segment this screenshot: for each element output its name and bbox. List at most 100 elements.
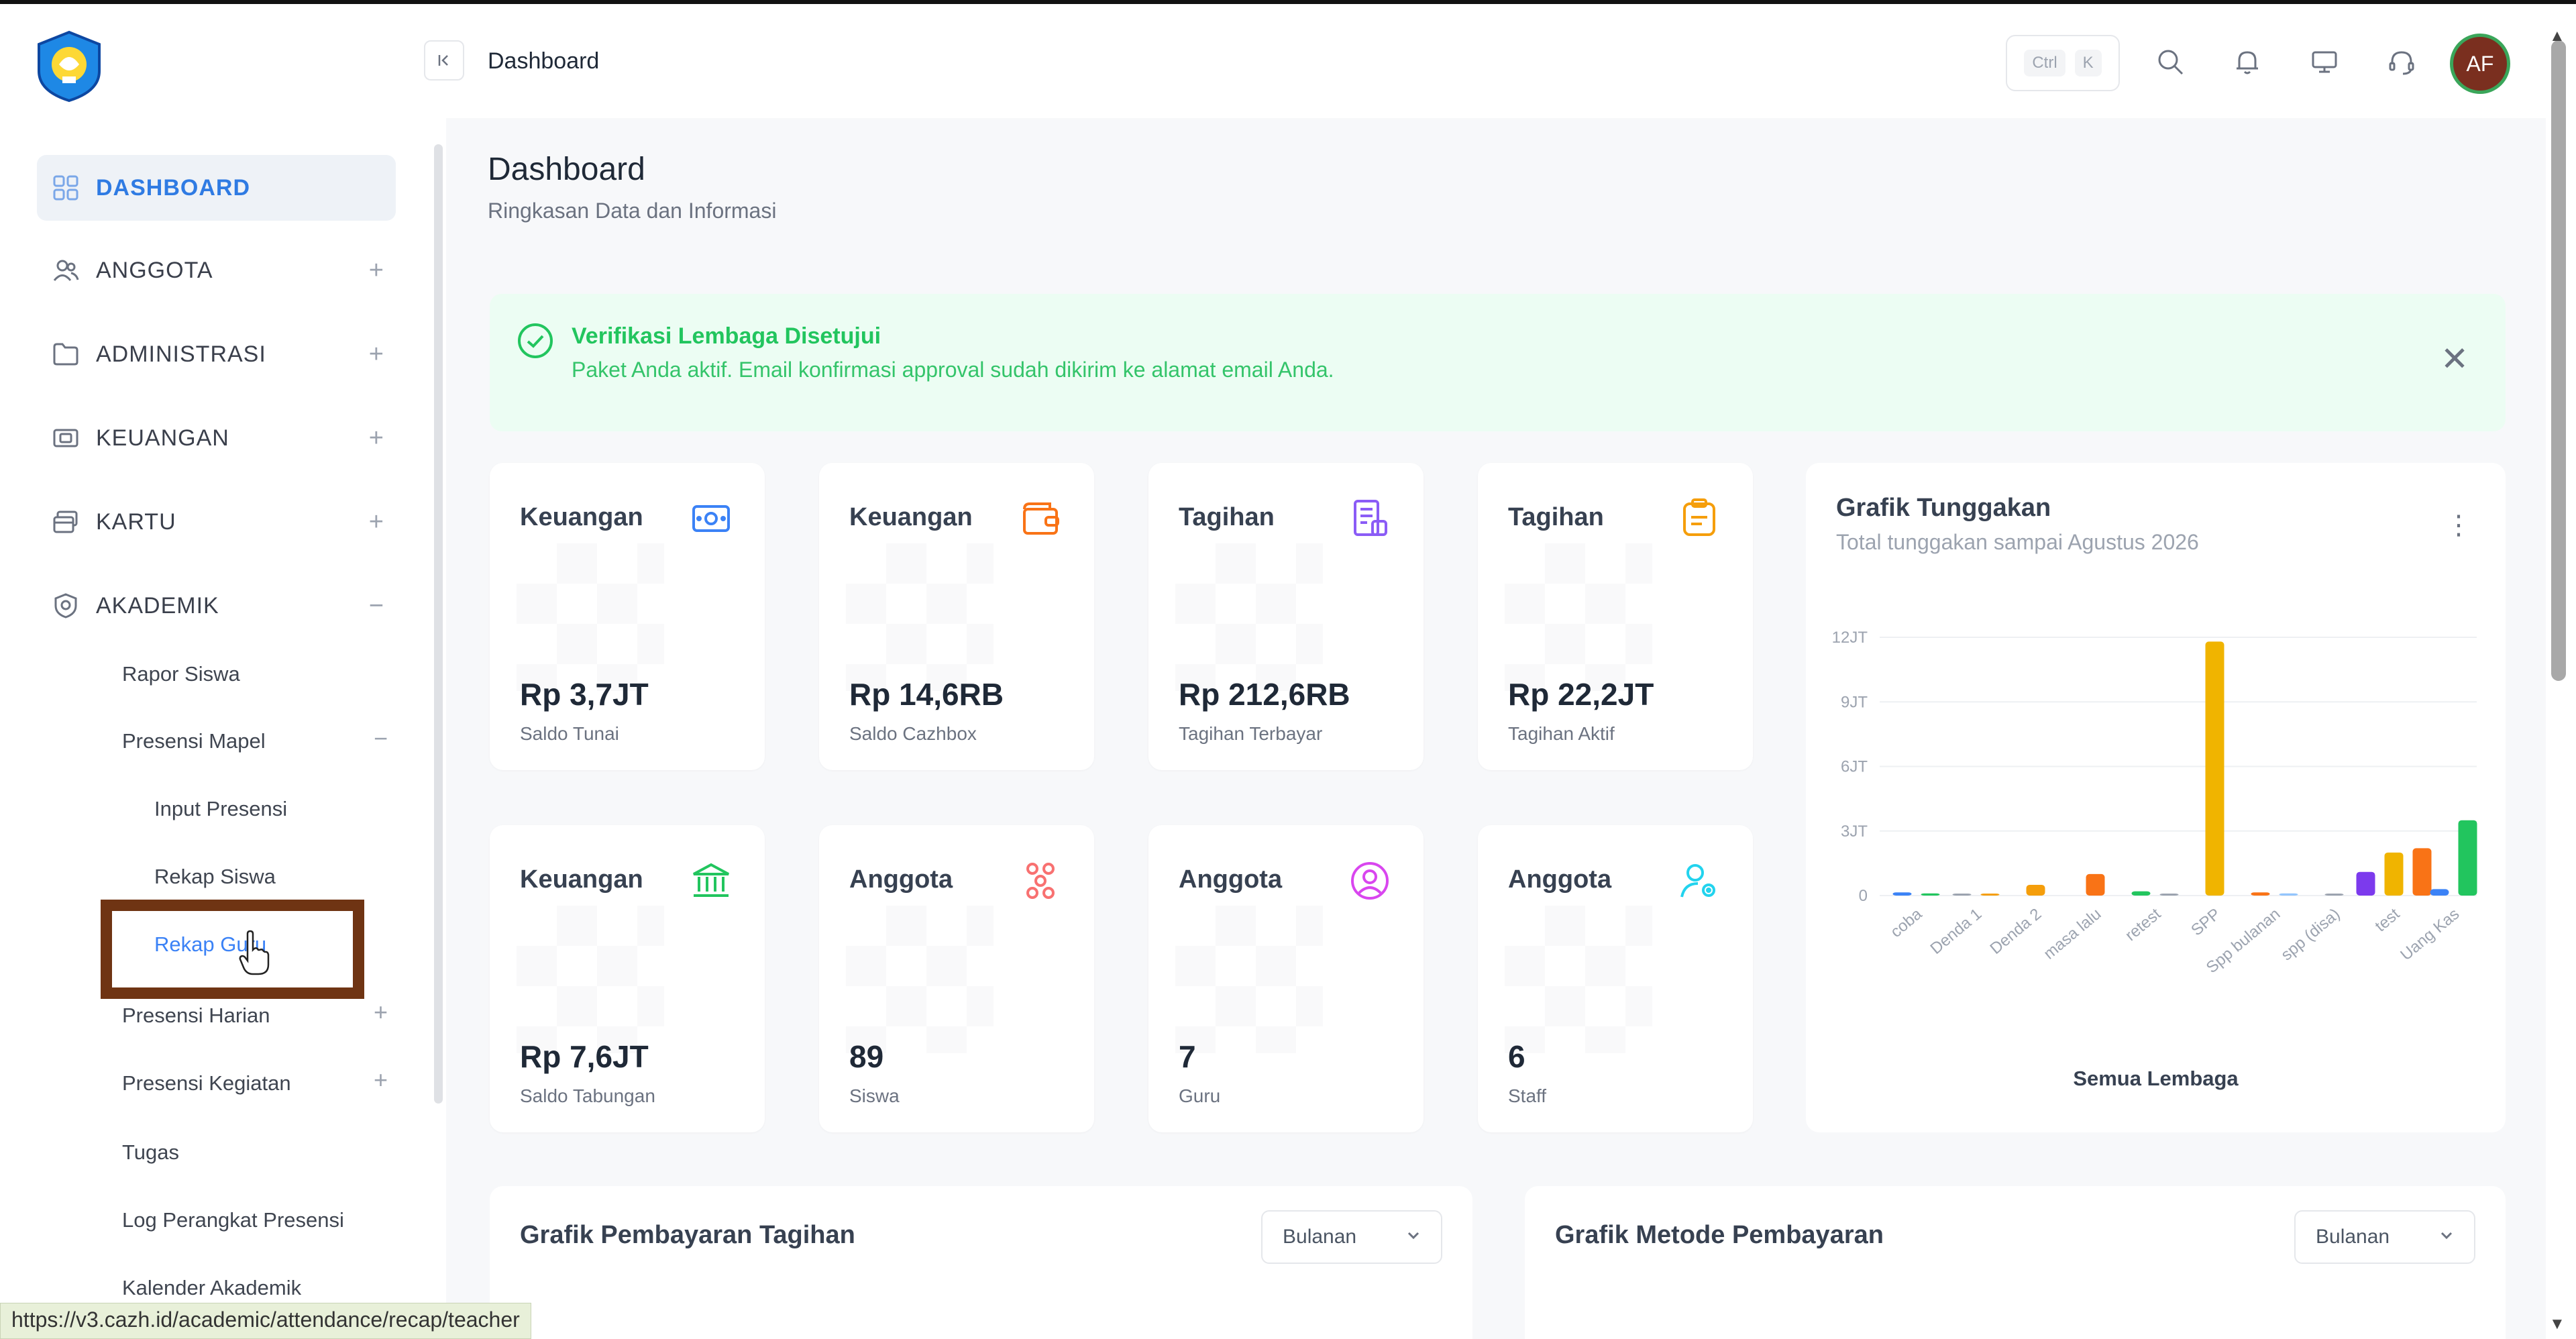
stat-card-saldo-cazhbox[interactable]: Keuangan Rp 14,6RB Saldo Cazhbox [819, 463, 1094, 770]
monitor-icon[interactable] [2304, 42, 2345, 82]
card-title: Anggota [849, 865, 953, 894]
sidebar-subitem-presensi-mapel[interactable]: Presensi Mapel [122, 729, 266, 753]
card-label: Saldo Tabungan [520, 1085, 655, 1106]
chart-bar[interactable] [2131, 891, 2151, 896]
chart-bar[interactable] [1892, 892, 1912, 896]
app-logo[interactable] [32, 30, 106, 103]
chart-bar[interactable] [1952, 894, 1972, 896]
stat-card-guru[interactable]: Anggota 7 Guru [1148, 825, 1424, 1132]
card-pattern [517, 906, 664, 1053]
stat-card-staff[interactable]: Anggota 6 Staff [1478, 825, 1753, 1132]
sidebar-subitem-input-presensi[interactable]: Input Presensi [154, 797, 287, 821]
chart-bar[interactable] [2159, 894, 2179, 896]
sidebar-item-dashboard[interactable]: DASHBOARD [37, 155, 396, 221]
wallet-icon [1017, 495, 1064, 542]
card-value: 7 [1179, 1039, 1196, 1074]
chart-bar[interactable] [2412, 848, 2432, 896]
search-icon[interactable] [2150, 42, 2190, 82]
chart-bar[interactable] [1980, 894, 2000, 896]
chart-bar[interactable] [2026, 884, 2045, 896]
chart-bar[interactable] [2205, 641, 2224, 896]
sidebar-subitem-rekap-siswa[interactable]: Rekap Siswa [154, 865, 276, 889]
user-settings-icon [1676, 857, 1723, 904]
sidebar-subitem-rapor-siswa[interactable]: Rapor Siswa [122, 662, 240, 686]
chart-bar[interactable] [2430, 889, 2449, 896]
card-value: 89 [849, 1039, 884, 1074]
chart-bar[interactable] [2251, 892, 2270, 896]
card-pattern [1175, 906, 1323, 1053]
chart-subtitle: Total tunggakan sampai Agustus 2026 [1836, 530, 2199, 554]
page-title: Dashboard [488, 152, 645, 187]
card-value: Rp 22,2JT [1508, 677, 1654, 712]
stat-card-saldo-tunai[interactable]: Keuangan Rp 3,7JT Saldo Tunai [490, 463, 765, 770]
shield-icon [49, 589, 83, 623]
ctrl-key: Ctrl [2024, 50, 2065, 76]
card-value: Rp 3,7JT [520, 677, 649, 712]
card-title: Keuangan [849, 503, 973, 531]
invoice-icon [1346, 495, 1393, 542]
expand-icon[interactable]: + [369, 340, 384, 369]
sidebar-subitem-log-perangkat[interactable]: Log Perangkat Presensi [122, 1208, 344, 1232]
app-window: DASHBOARD ANGGOTA + ADMINISTRASI + KEUAN… [0, 0, 2576, 1339]
card-value: Rp 212,6RB [1179, 677, 1350, 712]
chart-bar[interactable] [2324, 894, 2344, 896]
collapse-icon[interactable]: − [369, 592, 384, 621]
expand-icon[interactable]: + [374, 998, 388, 1026]
stat-card-saldo-tabungan[interactable]: Keuangan Rp 7,6JT Saldo Tabungan [490, 825, 765, 1132]
chart-bar[interactable] [2279, 893, 2298, 896]
chart-bar[interactable] [1921, 893, 1940, 896]
sidebar-item-anggota[interactable]: ANGGOTA + [37, 237, 396, 303]
sidebar-subitem-kalender[interactable]: Kalender Akademik [122, 1276, 301, 1300]
sidebar-subitem-presensi-harian[interactable]: Presensi Harian [122, 1004, 270, 1028]
card-icon [49, 505, 83, 539]
chart-bar[interactable] [2384, 852, 2404, 896]
scroll-up-icon[interactable]: ▲ [2549, 27, 2565, 46]
sidebar-subitem-tugas[interactable]: Tugas [122, 1140, 179, 1165]
expand-icon[interactable]: + [369, 424, 384, 453]
card-value: Rp 14,6RB [849, 677, 1004, 712]
method-chart-panel: Grafik Metode Pembayaran Bulanan [1525, 1186, 2506, 1339]
stat-card-tagihan-aktif[interactable]: Tagihan Rp 22,2JT Tagihan Aktif [1478, 463, 1753, 770]
x-tick-label: masa lalu [2040, 905, 2104, 963]
x-tick-label: Denda 1 [1927, 905, 1985, 958]
command-search-button[interactable]: Ctrl K [2006, 35, 2120, 91]
expand-icon[interactable]: + [369, 256, 384, 285]
x-tick-label: SPP [2188, 905, 2224, 940]
money-icon [49, 421, 83, 455]
period-select[interactable]: Bulanan [1261, 1210, 1442, 1264]
collapse-sidebar-button[interactable] [424, 40, 464, 81]
sidebar-item-kartu[interactable]: KARTU + [37, 489, 396, 555]
chart-bar[interactable] [2356, 871, 2375, 896]
stat-card-siswa[interactable]: Anggota 89 Siswa [819, 825, 1094, 1132]
sidebar-scrollbar[interactable] [434, 144, 443, 1104]
collapse-icon[interactable]: − [374, 725, 388, 753]
bell-icon[interactable] [2227, 42, 2267, 82]
more-vertical-icon[interactable]: ⋮ [2445, 510, 2472, 541]
page-scrollbar[interactable] [2551, 40, 2566, 681]
sidebar-item-keuangan[interactable]: KEUANGAN + [37, 405, 396, 471]
sidebar-subitem-presensi-kegiatan[interactable]: Presensi Kegiatan [122, 1071, 291, 1095]
card-label: Siswa [849, 1085, 900, 1106]
card-title: Keuangan [520, 865, 643, 894]
stat-card-tagihan-terbayar[interactable]: Tagihan Rp 212,6RB Tagihan Terbayar [1148, 463, 1424, 770]
students-icon [1017, 857, 1064, 904]
sidebar-item-akademik[interactable]: AKADEMIK − [37, 573, 396, 639]
sidebar-item-administrasi[interactable]: ADMINISTRASI + [37, 321, 396, 387]
support-icon[interactable] [2381, 42, 2422, 82]
annotation-highlight-box [101, 900, 364, 999]
chevron-down-icon [2440, 1232, 2453, 1240]
avatar[interactable]: AF [2450, 34, 2510, 94]
card-pattern [517, 543, 664, 691]
expand-icon[interactable]: + [374, 1066, 388, 1094]
chart-bar[interactable] [2086, 873, 2105, 896]
scroll-down-icon[interactable]: ▼ [2549, 1315, 2565, 1334]
period-select[interactable]: Bulanan [2294, 1210, 2475, 1264]
alert-text: Paket Anda aktif. Email konfirmasi appro… [572, 358, 1334, 382]
close-icon[interactable]: ✕ [2440, 339, 2469, 378]
sidebar-item-label: ADMINISTRASI [96, 341, 266, 367]
chart-xlabel: Semua Lembaga [2073, 1067, 2239, 1090]
hand-cursor-icon [239, 930, 270, 975]
chart-bar[interactable] [2458, 820, 2477, 896]
expand-icon[interactable]: + [369, 508, 384, 537]
y-tick-label: 0 [1859, 887, 1868, 905]
